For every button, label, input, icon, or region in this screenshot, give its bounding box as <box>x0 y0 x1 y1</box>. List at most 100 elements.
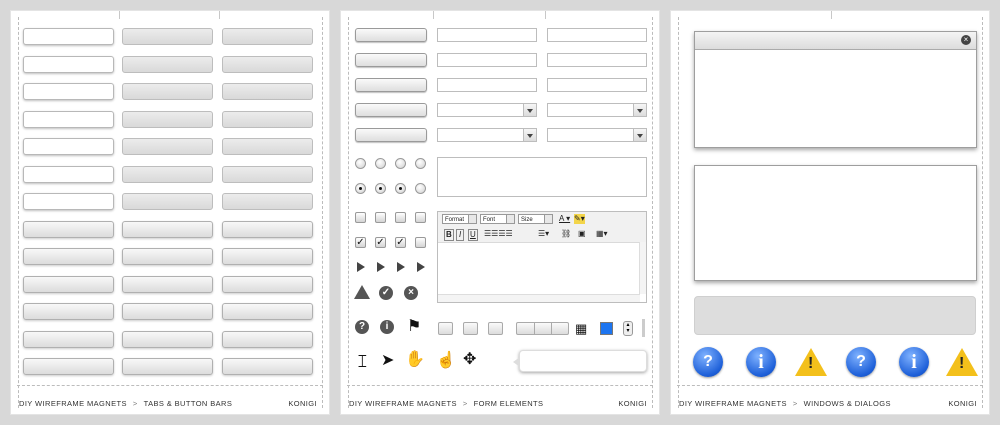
play-triangle-icon[interactable] <box>397 262 405 272</box>
tab-button-magnet[interactable] <box>122 193 213 210</box>
tab-button-magnet[interactable] <box>222 138 313 155</box>
dropdown-select[interactable] <box>437 128 537 142</box>
radio-button[interactable] <box>355 158 366 169</box>
play-triangle-icon[interactable] <box>357 262 365 272</box>
play-triangle-icon[interactable] <box>417 262 425 272</box>
tab-button-magnet[interactable] <box>222 110 313 128</box>
dropdown-select[interactable] <box>437 103 537 117</box>
tab-button-magnet[interactable] <box>23 138 114 155</box>
checkbox[interactable] <box>395 212 406 223</box>
stepper[interactable]: ▴ ▾ <box>623 321 633 336</box>
dropdown-select[interactable] <box>547 103 647 117</box>
tab-button-magnet[interactable] <box>122 28 213 45</box>
text-field[interactable] <box>437 28 537 42</box>
tab-button-magnet[interactable] <box>122 165 213 183</box>
checkbox[interactable] <box>355 212 366 223</box>
tab-button-magnet[interactable] <box>122 83 213 100</box>
horizontal-scrollbar[interactable] <box>438 294 640 302</box>
tab-button-magnet[interactable] <box>122 275 213 293</box>
tab-button-magnet[interactable] <box>122 248 213 265</box>
radio-button[interactable] <box>395 158 406 169</box>
push-button[interactable] <box>355 78 427 92</box>
table-icon[interactable]: ▦▾ <box>596 229 608 239</box>
highlight-icon[interactable]: ✎▾ <box>574 214 585 224</box>
push-button[interactable] <box>355 53 427 67</box>
text-area[interactable] <box>437 157 647 197</box>
segmented-control[interactable] <box>516 322 569 335</box>
tab-button-magnet[interactable] <box>122 330 213 348</box>
tab-button-magnet[interactable] <box>222 83 313 100</box>
tab-button-magnet[interactable] <box>222 330 313 348</box>
tab-button-magnet[interactable] <box>23 303 114 320</box>
text-field[interactable] <box>437 78 537 92</box>
link-icon[interactable]: ⛓ <box>561 229 571 239</box>
image-icon[interactable]: ▣ <box>578 229 586 239</box>
tab-button-magnet[interactable] <box>23 358 114 375</box>
tab-button-magnet[interactable] <box>122 110 213 128</box>
font-select[interactable]: Font <box>480 214 515 224</box>
text-field[interactable] <box>547 53 647 67</box>
checkbox-checked[interactable]: ✓ <box>355 237 366 248</box>
play-triangle-icon[interactable] <box>377 262 385 272</box>
tab-button-magnet[interactable] <box>23 83 114 100</box>
tab-button-magnet[interactable] <box>122 358 213 375</box>
tab-button-magnet[interactable] <box>222 275 313 293</box>
radio-button-selected[interactable] <box>395 183 406 194</box>
rich-text-editor[interactable]: Format Font Size A ▾ ✎▾ B I U ☰☰☰☰ ☰▾ ⛓ … <box>437 211 647 303</box>
tab-button-magnet[interactable] <box>122 55 213 73</box>
tab-button-magnet[interactable] <box>222 358 313 375</box>
push-button[interactable] <box>355 128 427 142</box>
tab-button-magnet[interactable] <box>23 275 114 293</box>
scroll-handle[interactable] <box>642 319 645 337</box>
text-field[interactable] <box>437 53 537 67</box>
push-button[interactable] <box>355 103 427 117</box>
radio-button[interactable] <box>375 158 386 169</box>
format-select[interactable]: Format <box>442 214 477 224</box>
tab-button-magnet[interactable] <box>122 138 213 155</box>
vertical-scrollbar[interactable] <box>639 242 646 294</box>
checkbox-checked[interactable]: ✓ <box>395 237 406 248</box>
tab-button-magnet[interactable] <box>222 28 313 45</box>
tab-button-magnet[interactable] <box>23 28 114 45</box>
square-button[interactable] <box>488 322 503 335</box>
bold-button[interactable]: B <box>444 229 454 241</box>
checkbox[interactable] <box>375 212 386 223</box>
checkbox-checked[interactable]: ✓ <box>375 237 386 248</box>
push-button[interactable] <box>355 28 427 42</box>
radio-button[interactable] <box>415 183 426 194</box>
square-button[interactable] <box>438 322 453 335</box>
tab-button-magnet[interactable] <box>222 248 313 265</box>
tab-button-magnet[interactable] <box>222 193 313 210</box>
list-icon[interactable]: ☰☰☰☰ <box>484 229 513 239</box>
radio-button-selected[interactable] <box>375 183 386 194</box>
checkbox[interactable] <box>415 212 426 223</box>
tab-button-magnet[interactable] <box>23 248 114 265</box>
tab-button-magnet[interactable] <box>222 165 313 183</box>
checkbox[interactable] <box>415 237 426 248</box>
square-button[interactable] <box>463 322 478 335</box>
close-icon[interactable]: × <box>961 35 971 45</box>
tab-button-magnet[interactable] <box>222 303 313 320</box>
text-field[interactable] <box>547 28 647 42</box>
radio-button-selected[interactable] <box>355 183 366 194</box>
tab-button-magnet[interactable] <box>23 330 114 348</box>
size-select[interactable]: Size <box>518 214 553 224</box>
tab-button-magnet[interactable] <box>23 55 114 73</box>
color-picker[interactable] <box>600 322 613 335</box>
calendar-icon[interactable]: ▦ <box>575 321 587 337</box>
text-color-icon[interactable]: A ▾ <box>559 214 570 224</box>
dropdown-select[interactable] <box>547 128 647 142</box>
align-icon[interactable]: ☰▾ <box>538 229 549 239</box>
tab-button-magnet[interactable] <box>222 55 313 73</box>
tab-button-magnet[interactable] <box>23 220 114 238</box>
underline-button[interactable]: U <box>468 229 478 241</box>
tab-button-magnet[interactable] <box>122 220 213 238</box>
tab-button-magnet[interactable] <box>23 193 114 210</box>
italic-button[interactable]: I <box>456 229 465 241</box>
radio-button[interactable] <box>415 158 426 169</box>
tab-button-magnet[interactable] <box>23 165 114 183</box>
tab-button-magnet[interactable] <box>122 303 213 320</box>
text-field[interactable] <box>547 78 647 92</box>
tab-button-magnet[interactable] <box>222 220 313 238</box>
tab-button-magnet[interactable] <box>23 110 114 128</box>
